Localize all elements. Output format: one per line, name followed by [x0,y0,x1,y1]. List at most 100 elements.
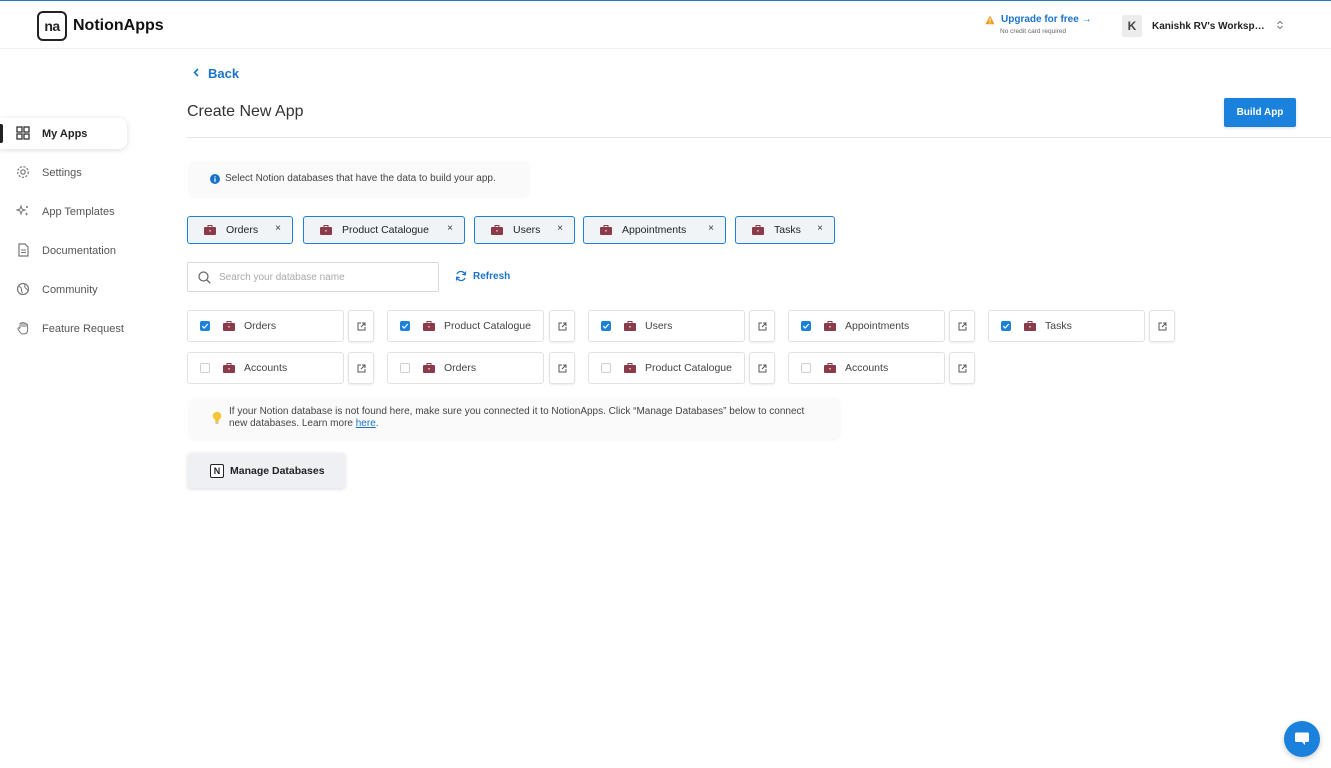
refresh-button[interactable]: Refresh [455,270,510,282]
info-banner: Select Notion databases that have the da… [189,161,529,196]
database-item-product-catalogue[interactable]: Product Catalogue [387,310,544,342]
external-link-icon [357,364,365,372]
page-title: Create New App [187,103,304,120]
sidebar-item-label: My Apps [42,127,88,140]
database-item-accounts[interactable]: Accounts [788,352,945,384]
selected-chip-product-catalogue: Product Catalogue × [303,216,465,244]
document-icon [16,243,31,258]
sidebar-item-app-templates[interactable]: App Templates [0,196,127,227]
globe-icon [16,282,31,297]
workspace-name: Kanishk RV's Workspace [1152,20,1268,32]
database-item-orders[interactable]: Orders [387,352,544,384]
open-external-button[interactable] [549,310,575,342]
help-note-text: If your Notion database is not found her… [229,406,819,430]
sidebar-item-label: Documentation [42,244,116,257]
open-external-button[interactable] [749,352,775,384]
upgrade-subtext: No credit card required [1000,28,1067,35]
manage-databases-label: Manage Databases [230,464,325,477]
search-box [187,262,439,292]
open-external-button[interactable] [949,310,975,342]
checkbox-checked[interactable] [801,321,811,331]
database-item-appointments[interactable]: Appointments [788,310,945,342]
briefcase-icon [1024,321,1036,331]
sidebar: My Apps Settings App Templates Documenta… [0,118,140,352]
briefcase-icon [320,225,332,235]
upgrade-link[interactable]: Upgrade for free → [1001,14,1092,25]
lightbulb-icon [212,411,222,424]
search-input[interactable] [219,271,419,283]
database-item-users[interactable]: Users [588,310,745,342]
checkbox-unchecked[interactable] [601,363,611,373]
open-external-button[interactable] [348,310,374,342]
briefcase-icon [752,225,764,235]
open-external-button[interactable] [749,310,775,342]
database-item-accounts[interactable]: Accounts [187,352,344,384]
checkbox-checked[interactable] [1001,321,1011,331]
external-link-icon [958,322,966,330]
sidebar-item-label: Feature Request [42,322,124,335]
info-text: Select Notion databases that have the da… [225,173,496,184]
database-item-product-catalogue[interactable]: Product Catalogue [588,352,745,384]
chat-icon [1295,732,1309,745]
checkbox-checked[interactable] [601,321,611,331]
briefcase-icon [824,363,836,373]
info-icon [210,173,220,184]
help-note-body: If your Notion database is not found her… [229,406,805,429]
build-app-button[interactable]: Build App [1224,98,1296,127]
checkbox-unchecked[interactable] [200,363,210,373]
help-note: If your Notion database is not found her… [189,398,840,439]
close-icon[interactable]: × [275,223,281,234]
database-item-tasks[interactable]: Tasks [988,310,1145,342]
sidebar-item-my-apps[interactable]: My Apps [0,118,127,149]
sidebar-item-community[interactable]: Community [0,274,127,305]
close-icon[interactable]: × [447,223,453,234]
gear-icon [16,165,31,180]
external-link-icon [1158,322,1166,330]
notion-icon: N [210,463,224,478]
database-label: Appointments [845,320,910,332]
open-external-button[interactable] [348,352,374,384]
grid-icon [16,126,31,141]
external-link-icon [958,364,966,372]
open-external-button[interactable] [949,352,975,384]
selected-chip-tasks: Tasks × [735,216,835,244]
sidebar-item-settings[interactable]: Settings [0,157,127,188]
checkbox-unchecked[interactable] [400,363,410,373]
close-icon[interactable]: × [708,223,714,234]
database-label: Orders [444,362,477,374]
divider [187,137,1331,138]
chat-launcher-button[interactable] [1284,721,1320,757]
refresh-icon [455,270,467,282]
checkbox-checked[interactable] [200,321,210,331]
close-icon[interactable]: × [557,223,563,234]
database-item-orders[interactable]: Orders [187,310,344,342]
external-link-icon [558,364,566,372]
briefcase-icon [491,225,503,235]
briefcase-icon [423,363,435,373]
logo[interactable]: na NotionApps [37,11,164,41]
chip-label: Orders [226,224,259,236]
checkbox-unchecked[interactable] [801,363,811,373]
sidebar-item-documentation[interactable]: Documentation [0,235,127,266]
checkbox-checked[interactable] [400,321,410,331]
logo-mark: na [37,11,67,41]
open-external-button[interactable] [549,352,575,384]
selected-chip-appointments: Appointments × [583,216,726,244]
back-link[interactable]: Back [193,66,239,81]
workspace-switcher[interactable]: K Kanishk RV's Workspace [1122,15,1284,37]
selected-chip-orders: Orders × [187,216,293,244]
database-label: Product Catalogue [645,362,732,374]
close-icon[interactable]: × [817,223,823,234]
selected-chip-users: Users × [474,216,575,244]
database-label: Users [645,320,673,332]
briefcase-icon [223,363,235,373]
external-link-icon [758,364,766,372]
chip-label: Appointments [622,224,687,236]
database-label: Accounts [244,362,288,374]
sidebar-item-feature-request[interactable]: Feature Request [0,313,127,344]
chip-label: Users [513,224,541,236]
briefcase-icon [824,321,836,331]
open-external-button[interactable] [1149,310,1175,342]
learn-more-link[interactable]: here [356,418,376,429]
manage-databases-button[interactable]: N Manage Databases [188,453,345,488]
